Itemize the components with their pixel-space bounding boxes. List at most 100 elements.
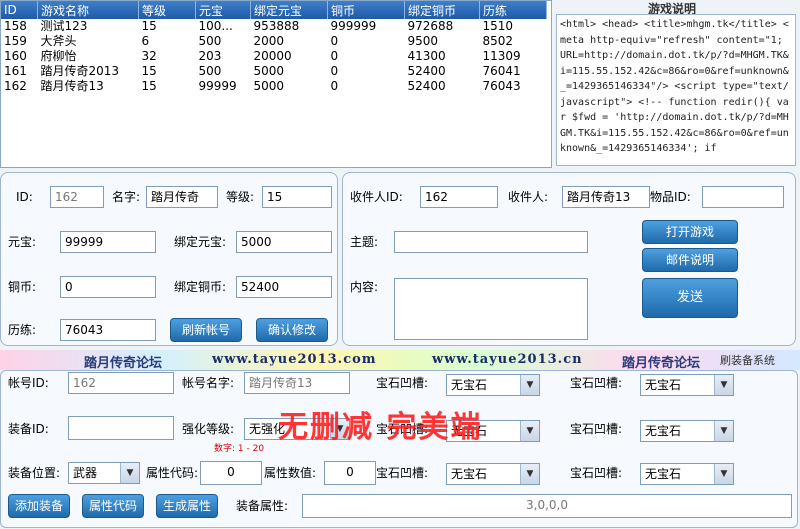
cell: 9500 [407,34,439,48]
cell: 0 [330,34,339,48]
col-bind-yuanbao[interactable]: 绑定元宝 [250,1,328,19]
enhance-label: 强化等级: [182,422,235,436]
attr-code-label: 属性代码: [146,466,199,480]
account-name-field[interactable]: 踏月传奇13 [244,372,350,394]
table-row[interactable]: 159 大斧头 6 500 2000 0 9500 8502 [1,34,547,49]
table-row[interactable]: 158 测试123 15 100... 953888 999999 972688… [1,19,547,34]
forum-url-cn[interactable]: www.tayue2013.cn [432,352,583,367]
gem-slot-select-5[interactable]: 无宝石 ▼ [446,463,540,485]
refresh-account-button[interactable]: 刷新帐号 [170,318,242,342]
chevron-down-icon[interactable]: ▼ [520,421,539,441]
chevron-down-icon[interactable]: ▼ [520,464,539,484]
forum-url-com[interactable]: www.tayue2013.com [212,352,377,367]
exp-field[interactable]: 76043 [60,319,156,341]
attribute-code-button[interactable]: 属性代码 [82,494,144,518]
cell: 8502 [482,34,514,48]
gem-slot-select-4[interactable]: 无宝石 ▼ [640,420,734,442]
bind-copper-label: 绑定铜币: [174,280,227,294]
gem-slot-select-2[interactable]: 无宝石 ▼ [640,374,734,396]
position-label: 装备位置: [8,466,61,480]
col-exp[interactable]: 历练 [479,1,547,19]
confirm-edit-button[interactable]: 确认修改 [256,318,328,342]
table-header-row: ID 游戏名称 等级 元宝 绑定元宝 铜币 绑定铜币 历练 [1,1,547,19]
yuanbao-field[interactable]: 99999 [60,231,156,253]
equipment-system-title: 刷装备系统 [720,354,775,367]
character-table[interactable]: ID 游戏名称 等级 元宝 绑定元宝 铜币 绑定铜币 历练 158 测试123 … [0,0,552,168]
cell: 76041 [482,64,521,78]
cell: 0 [330,79,339,93]
attr-value-field[interactable]: 0 [324,461,376,485]
add-equipment-button[interactable]: 添加装备 [8,494,70,518]
chevron-down-icon[interactable]: ▼ [520,375,539,395]
cell: 15 [141,64,157,78]
col-copper[interactable]: 铜币 [327,1,405,19]
attr-code-field[interactable]: 0 [200,461,262,485]
attr-value-label: 属性数值: [264,466,317,480]
col-level[interactable]: 等级 [138,1,196,19]
account-name-label: 帐号名字: [182,376,235,390]
cell: 100... [198,19,233,33]
cell: 踏月传奇2013 [40,64,120,78]
table-row[interactable]: 162 踏月传奇13 15 99999 5000 0 52400 76043 [1,79,547,94]
gem-slot-value-2: 无宝石 [645,378,682,392]
id-field[interactable]: 162 [50,186,104,208]
cell: 测试123 [40,19,88,33]
name-label: 名字: [112,190,141,204]
position-select[interactable]: 武器 ▼ [68,462,140,484]
table-row[interactable]: 161 踏月传奇2013 15 500 5000 0 52400 76041 [1,64,547,79]
account-id-field[interactable]: 162 [68,372,174,394]
equip-id-field[interactable] [68,416,174,440]
cell: 500 [198,34,222,48]
chevron-down-icon[interactable]: ▼ [714,421,733,441]
cell: 2000 [253,34,285,48]
item-id-field[interactable] [702,186,784,208]
gem-slot-value-5: 无宝石 [451,467,488,481]
exp-label: 历练: [8,323,37,337]
col-yuanbao[interactable]: 元宝 [195,1,251,19]
equipment-attribute-field[interactable]: 3,0,0,0 [302,494,792,518]
name-field[interactable]: 踏月传奇 [146,186,218,208]
yuanbao-label: 元宝: [8,235,37,249]
cell: 踏月传奇13 [40,79,104,93]
cell: 20000 [253,49,292,63]
position-select-value: 武器 [73,466,98,480]
table-row[interactable]: 160 府柳怡 32 203 20000 0 41300 11309 [1,49,547,64]
mail-help-button[interactable]: 邮件说明 [642,248,738,272]
forum-title-left: 踏月传奇论坛 [84,356,163,371]
col-id[interactable]: ID [1,1,38,19]
description-textarea[interactable]: <html> <head> <title>mhgm.tk</title> <me… [556,14,796,166]
gem-slot-label-1: 宝石凹槽: [376,376,429,390]
send-button[interactable]: 发送 [642,278,738,318]
equip-id-label: 装备ID: [8,422,49,436]
generate-attribute-button[interactable]: 生成属性 [156,494,218,518]
cell: 15 [141,19,157,33]
cell: 52400 [407,64,446,78]
subject-field[interactable] [394,231,588,253]
col-bind-copper[interactable]: 绑定铜币 [404,1,480,19]
forum-title-right: 踏月传奇论坛 [622,356,701,371]
id-label: ID: [16,190,33,204]
recipient-field[interactable]: 踏月传奇13 [562,186,650,208]
bind-yuanbao-field[interactable]: 5000 [236,231,332,253]
cell: 41300 [407,49,446,63]
gem-slot-select-6[interactable]: 无宝石 ▼ [640,463,734,485]
gem-slot-label-4: 宝石凹槽: [570,422,623,436]
cell: 972688 [407,19,454,33]
open-game-button[interactable]: 打开游戏 [642,220,738,244]
enhance-hint: 数字: 1 - 20 [214,444,265,454]
chevron-down-icon[interactable]: ▼ [714,464,733,484]
chevron-down-icon[interactable]: ▼ [714,375,733,395]
copper-field[interactable]: 0 [60,276,156,298]
recipient-label: 收件人: [508,190,549,204]
gem-slot-select-1[interactable]: 无宝石 ▼ [446,374,540,396]
gem-slot-label-6: 宝石凹槽: [570,466,623,480]
equipment-attribute-label: 装备属性: [236,499,289,513]
col-name[interactable]: 游戏名称 [37,1,139,19]
bind-copper-field[interactable]: 52400 [236,276,332,298]
level-field[interactable]: 15 [262,186,332,208]
cell: 159 [4,34,27,48]
content-textarea[interactable] [394,278,588,340]
cell: 1510 [482,19,514,33]
chevron-down-icon[interactable]: ▼ [120,463,139,483]
recipient-id-field[interactable]: 162 [420,186,498,208]
